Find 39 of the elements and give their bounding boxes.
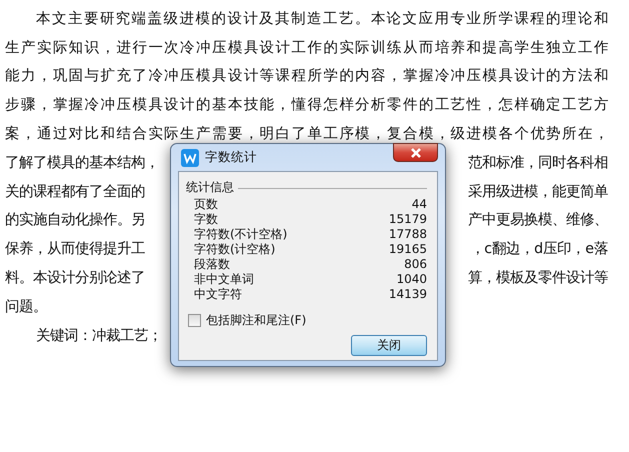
- stat-value: 19165: [388, 242, 427, 257]
- group-label: 统计信息: [186, 179, 234, 196]
- checkbox[interactable]: [188, 314, 201, 327]
- stat-value: 15179: [388, 212, 427, 227]
- paragraph-text: 算，模板及零件设计等: [468, 269, 608, 288]
- paragraph-text: 保养，从而使得提升工: [5, 240, 145, 258]
- paragraph-text: 生产实际知识，进行一次冷冲压模具设计工作的实际训练从而培养和提高学生独立工作: [5, 38, 608, 57]
- stat-label: 页数: [194, 197, 218, 212]
- paragraph-text: 步骤，掌握冷冲压模具设计的基本技能，懂得怎样分析零件的工艺性，怎样确定工艺方: [5, 96, 608, 114]
- paragraph-text: 问题。: [5, 298, 47, 316]
- paragraph-text: ，c翻边，d压印，e落: [470, 240, 608, 258]
- paragraph-text: 了解了模具的基本结构，: [5, 154, 159, 172]
- stat-label: 段落数: [194, 257, 230, 272]
- paragraph-text: 能力，巩固与扩充了冷冲压模具设计等课程所学的内容，掌握冷冲压模具设计的方法和: [5, 66, 608, 86]
- paragraph-text: 料。本设计分别论述了: [5, 269, 145, 288]
- close-button[interactable]: [393, 143, 438, 162]
- stat-label: 非中文单词: [194, 272, 254, 287]
- close-icon: [408, 148, 422, 158]
- stat-label: 中文字符: [194, 287, 242, 302]
- stat-value: 1040: [396, 272, 427, 287]
- stat-value: 17788: [388, 227, 427, 242]
- paragraph-text: 的实施自动化操作。另: [5, 210, 145, 230]
- app-icon: [181, 148, 199, 166]
- stat-value: 44: [412, 197, 427, 212]
- stat-label: 字符数(不计空格): [194, 227, 288, 242]
- paragraph-text: 本文主要研究端盖级进模的设计及其制造工艺。本论文应用专业所学课程的理论和: [36, 10, 608, 28]
- close-dialog-button[interactable]: 关闭: [351, 335, 427, 356]
- stat-label: 字符数(计空格): [194, 242, 276, 257]
- stat-value: 806: [404, 257, 427, 272]
- paragraph-text: 范和标准，同时各科相: [468, 154, 608, 172]
- stat-value: 14139: [388, 287, 427, 302]
- paragraph-text: 关键词：冲裁工艺；: [36, 326, 162, 345]
- checkbox-label[interactable]: 包括脚注和尾注(F): [206, 312, 306, 329]
- paragraph-text: 关的课程都有了全面的: [5, 182, 145, 201]
- window-title: 字数统计: [205, 149, 257, 166]
- paragraph-text: 产中更易换模、维修、: [468, 210, 608, 230]
- stat-label: 字数: [194, 212, 218, 227]
- paragraph-text: 案，通过对比和结合实际生产需要，明白了单工序模，复合模，级进模各个优势所在，: [5, 124, 608, 144]
- paragraph-text: 采用级进模，能更简单: [468, 182, 608, 201]
